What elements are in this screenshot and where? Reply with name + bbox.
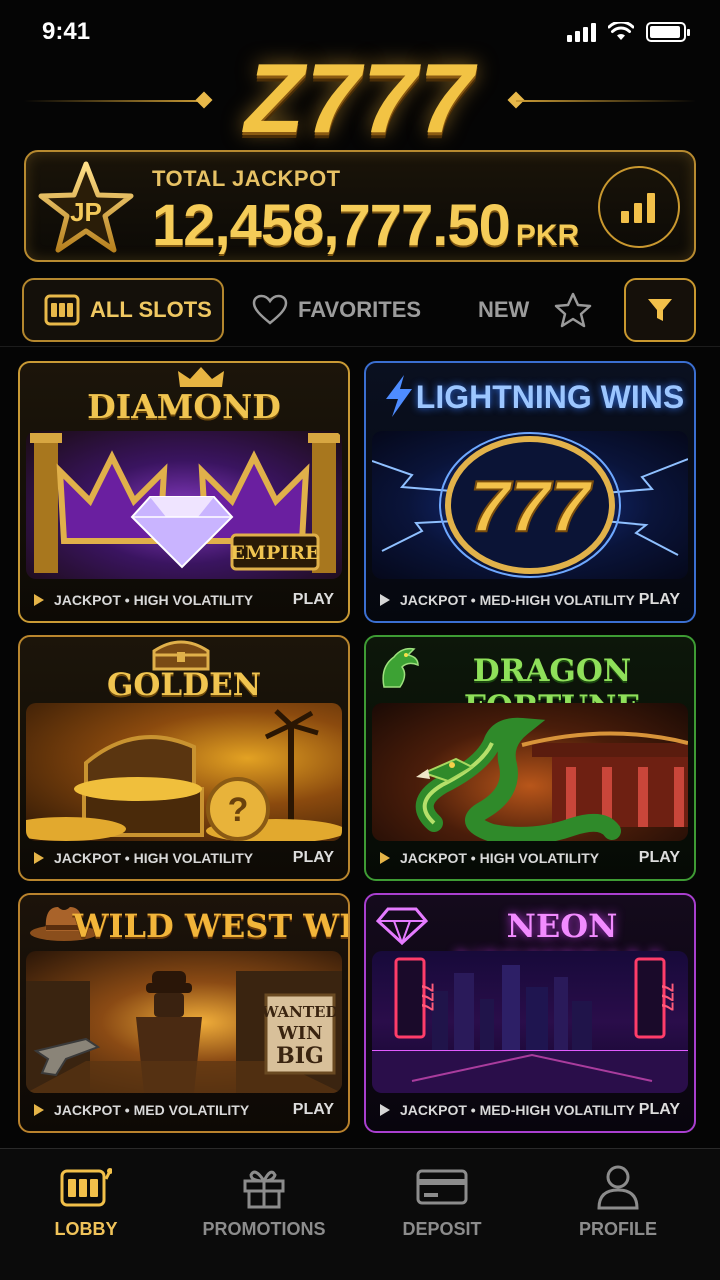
empire-sign: EMPIRE	[231, 542, 320, 564]
battery-icon	[646, 22, 690, 42]
jackpot-label: TOTAL JACKPOT	[152, 166, 341, 191]
nav-promotions-label: PROMOTIONS	[202, 1219, 326, 1239]
wanted-sign-line-1: WANTED	[261, 1003, 339, 1021]
wanted-sign-line-2: WIN	[276, 1023, 322, 1044]
lightning-wins-art: 777	[372, 432, 688, 578]
logo-divider-left	[24, 100, 204, 102]
treasure-chest-icon	[152, 640, 210, 671]
neon-777-left: 777	[418, 983, 437, 1011]
play-button[interactable]: PLAY	[293, 849, 334, 867]
nav-deposit[interactable]: DEPOSIT	[362, 1163, 522, 1240]
play-triangle-icon	[34, 852, 44, 864]
lightning-777: 777	[470, 467, 593, 547]
play-triangle-icon	[380, 1104, 390, 1116]
bar-chart-icon	[621, 193, 655, 223]
brand-header: Z777	[0, 48, 720, 148]
filter-button[interactable]	[624, 278, 696, 342]
game-title: LIGHTNING WINS	[415, 379, 685, 415]
game-footer: JACKPOT • HIGH VOLATILITY PLAY	[34, 589, 334, 611]
jackpot-currency: PKR	[515, 219, 580, 252]
mystery-coin: ?	[228, 791, 249, 829]
jackpot-amount-row: 12,458,777.50 PKR	[152, 192, 579, 259]
logo-divider-right	[516, 100, 696, 102]
tabs-divider	[0, 346, 720, 347]
game-card-neon-nightfall[interactable]: NEON NIGHTFALL 777 777 JACKPOT • MED-HIG…	[364, 893, 696, 1133]
diamond-empire-art: EMPIRE	[30, 433, 340, 573]
crown-icon	[178, 367, 224, 387]
game-art: 777 777	[372, 951, 688, 1093]
slot-machine-icon	[60, 1168, 112, 1207]
play-button[interactable]: PLAY	[293, 1101, 334, 1119]
game-info: JACKPOT • HIGH VOLATILITY	[54, 850, 254, 866]
play-triangle-icon	[34, 594, 44, 606]
tab-all-slots[interactable]: ALL SLOTS	[22, 278, 224, 342]
game-info: JACKPOT • MED-HIGH VOLATILITY	[400, 592, 635, 608]
brand-logo: Z777	[244, 43, 476, 153]
golden-treasure-art: ?	[26, 709, 342, 841]
wanted-sign-line-3: BIG	[276, 1043, 324, 1069]
jackpot-badge-text: JP	[70, 197, 102, 227]
game-info: JACKPOT • MED VOLATILITY	[54, 1102, 250, 1118]
wifi-icon	[608, 22, 634, 40]
game-card-golden-treasure[interactable]: GOLDEN TREASURE ? JACKPOT • HIGH VOLATIL…	[18, 635, 350, 881]
nav-lobby[interactable]: LOBBY	[6, 1163, 166, 1240]
game-footer: JACKPOT • MED-HIGH VOLATILITY PLAY	[380, 1099, 680, 1121]
play-button[interactable]: PLAY	[293, 591, 334, 609]
play-button[interactable]: PLAY	[639, 591, 680, 609]
play-triangle-icon	[380, 594, 390, 606]
jackpot-amount: 12,458,777.50	[152, 193, 511, 258]
play-triangle-icon	[34, 1104, 44, 1116]
wild-west-art: WANTED WIN BIG	[26, 971, 342, 1093]
jackpot-banner: JP TOTAL JACKPOT 12,458,777.50 PKR	[24, 150, 696, 262]
dragon-fortune-art	[415, 717, 688, 841]
game-footer: JACKPOT • MED-HIGH VOLATILITY PLAY	[380, 589, 680, 611]
neon-777-right: 777	[658, 983, 677, 1011]
tab-favorites[interactable]: FAVORITES	[252, 278, 421, 342]
nav-lobby-label: LOBBY	[54, 1219, 118, 1239]
filter-icon	[648, 299, 672, 321]
game-title: WILD WEST WIN	[72, 907, 348, 945]
card-icon	[416, 1169, 468, 1205]
game-art: WANTED WIN BIG	[26, 951, 342, 1093]
game-card-lightning-wins[interactable]: LIGHTNING WINS 777 JACKPOT • MED-HIGH VO…	[364, 361, 696, 623]
game-footer: JACKPOT • HIGH VOLATILITY PLAY	[380, 847, 680, 869]
nav-deposit-label: DEPOSIT	[402, 1219, 482, 1239]
category-tabs: ALL SLOTS FAVORITES NEW	[0, 278, 720, 346]
nav-profile[interactable]: PROFILE	[538, 1163, 698, 1240]
user-icon	[597, 1165, 639, 1210]
slot-machine-icon	[44, 294, 80, 326]
game-footer: JACKPOT • MED VOLATILITY PLAY	[34, 1099, 334, 1121]
tab-all-slots-label: ALL SLOTS	[90, 297, 212, 322]
bottom-nav: LOBBY PROMOTIONS DEPOSIT PROFILE	[0, 1148, 720, 1280]
game-footer: JACKPOT • HIGH VOLATILITY PLAY	[34, 847, 334, 869]
jackpot-star-icon: JP	[38, 161, 134, 253]
jackpot-stats-button[interactable]	[598, 166, 680, 248]
heart-icon	[252, 294, 288, 325]
tab-new-label: NEW	[478, 297, 530, 322]
neon-city-art: 777 777	[372, 957, 688, 1093]
star-icon	[555, 292, 592, 328]
gift-icon	[243, 1170, 285, 1209]
game-info: JACKPOT • HIGH VOLATILITY	[400, 850, 600, 866]
game-art: EMPIRE	[26, 431, 342, 579]
nav-promotions[interactable]: PROMOTIONS	[184, 1163, 344, 1240]
tab-favorites-label: FAVORITES	[298, 297, 422, 322]
game-card-wild-west-win[interactable]: WILD WEST WIN WANTED WIN BIG JACKPOT • M…	[18, 893, 350, 1133]
game-card-dragon-fortune[interactable]: DRAGON FORTUNE JACKPOT • HIGH VOLATILITY…	[364, 635, 696, 881]
nav-profile-label: PROFILE	[578, 1219, 657, 1239]
play-button[interactable]: PLAY	[639, 1101, 680, 1119]
game-info: JACKPOT • HIGH VOLATILITY	[54, 592, 254, 608]
tab-new[interactable]: NEW	[478, 278, 593, 342]
game-art: ?	[26, 703, 342, 841]
game-info: JACKPOT • MED-HIGH VOLATILITY	[400, 1102, 635, 1118]
game-art	[372, 703, 688, 841]
play-button[interactable]: PLAY	[639, 849, 680, 867]
signal-icon	[567, 22, 596, 42]
status-icons	[567, 22, 690, 42]
play-triangle-icon	[380, 852, 390, 864]
game-art: 777	[372, 431, 688, 579]
status-time: 9:41	[42, 18, 91, 45]
game-card-diamond-empire[interactable]: DIAMOND EMPIRE EMPIRE JACKPOT • HIGH VOL…	[18, 361, 350, 623]
